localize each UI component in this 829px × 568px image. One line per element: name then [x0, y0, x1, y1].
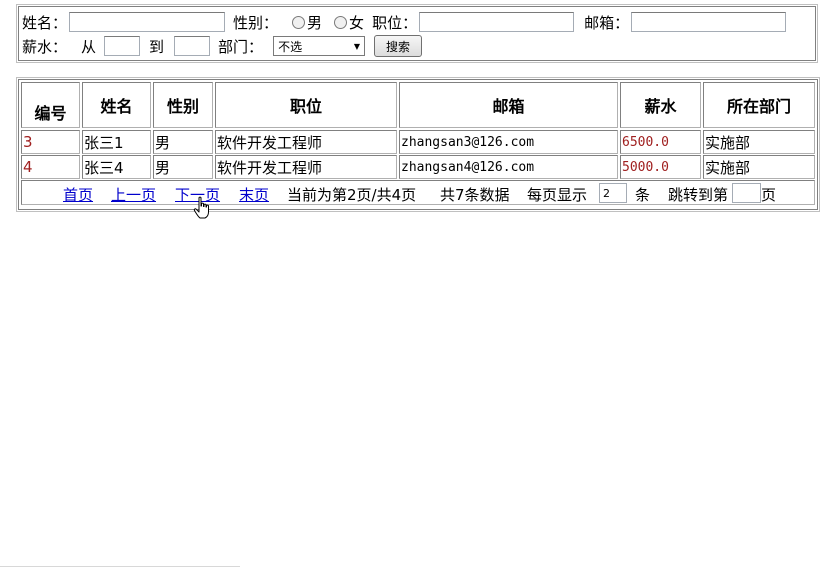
per-page-label: 每页显示 [527, 186, 588, 204]
table-cell-id: 3 [21, 130, 80, 154]
salary-to-label: 到 [149, 37, 165, 56]
email-label: 邮箱： [584, 13, 630, 32]
header-department: 所在部门 [703, 82, 815, 128]
table-cell-name: 张三4 [82, 155, 151, 179]
name-input[interactable] [69, 12, 226, 32]
jump-page-input[interactable] [732, 183, 761, 203]
table-cell-position: 软件开发工程师 [215, 155, 397, 179]
header-email: 邮箱 [399, 82, 618, 128]
gender-female-label: 女 [349, 13, 365, 32]
header-position: 职位 [215, 82, 397, 128]
dept-label: 部门： [218, 37, 264, 56]
gender-label: 性别： [233, 13, 279, 32]
table-cell-department: 实施部 [703, 130, 815, 154]
first-page-link[interactable]: 首页 [63, 184, 93, 205]
search-button[interactable]: 搜索 [374, 35, 423, 57]
per-page-input[interactable]: 2 [599, 183, 627, 203]
salary-from-label: 从 [81, 37, 97, 56]
salary-label: 薪水： [22, 37, 68, 56]
position-input[interactable] [419, 12, 575, 32]
page: 姓名： 性别： 男 女 职位： 邮箱： 薪水： 从 到 部门： 不选 ▼ 搜索 [0, 0, 829, 568]
salary-from-input[interactable] [104, 36, 141, 56]
header-name: 姓名 [82, 82, 151, 128]
gender-female-radio[interactable] [334, 15, 348, 29]
email-input[interactable] [631, 12, 787, 32]
results-table: 编号 姓名 性别 职位 邮箱 薪水 所在部门 3 张三1 男 软件开发工程师 z… [16, 77, 820, 212]
dept-select-value: 不选 [278, 39, 303, 54]
search-row-2: 薪水： 从 到 部门： 不选 ▼ 搜索 [22, 34, 423, 58]
jump-label: 跳转到第 [668, 186, 729, 204]
search-form: 姓名： 性别： 男 女 职位： 邮箱： 薪水： 从 到 部门： 不选 ▼ 搜索 [16, 4, 818, 63]
jump-unit: 页 [761, 186, 777, 204]
table-cell-gender: 男 [153, 155, 213, 179]
hand-cursor-icon [193, 196, 209, 219]
dept-select[interactable]: 不选 ▼ [273, 36, 366, 56]
table-cell-id: 4 [21, 155, 80, 179]
gender-male-label: 男 [307, 13, 323, 32]
search-row-1: 姓名： 性别： 男 女 职位： 邮箱： [22, 10, 787, 34]
table-cell-salary: 6500.0 [620, 130, 701, 154]
name-label: 姓名： [22, 13, 68, 32]
total-records: 共7条数据 [440, 186, 510, 204]
last-page-link[interactable]: 末页 [239, 184, 269, 205]
position-label: 职位： [372, 13, 418, 32]
table-cell-name: 张三1 [82, 130, 151, 154]
header-gender: 性别 [153, 82, 213, 128]
header-id: 编号 [21, 82, 80, 128]
table-cell-position: 软件开发工程师 [215, 130, 397, 154]
current-page-status: 当前为第2页/共4页 [287, 186, 417, 204]
per-page-unit: 条 [635, 186, 651, 204]
pagination-bar: 首页 上一页 下一页 末页 当前为第2页/共4页 共7条数据 每页显示 2 条 … [21, 180, 815, 205]
table-cell-gender: 男 [153, 130, 213, 154]
salary-to-input[interactable] [174, 36, 211, 56]
header-salary: 薪水 [620, 82, 701, 128]
gender-male-radio[interactable] [292, 15, 306, 29]
divider [0, 566, 240, 567]
prev-page-link[interactable]: 上一页 [111, 184, 156, 205]
chevron-down-icon: ▼ [353, 41, 361, 51]
table-cell-salary: 5000.0 [620, 155, 701, 179]
table-cell-department: 实施部 [703, 155, 815, 179]
table-cell-email: zhangsan4@126.com [399, 155, 618, 179]
table-cell-email: zhangsan3@126.com [399, 130, 618, 154]
